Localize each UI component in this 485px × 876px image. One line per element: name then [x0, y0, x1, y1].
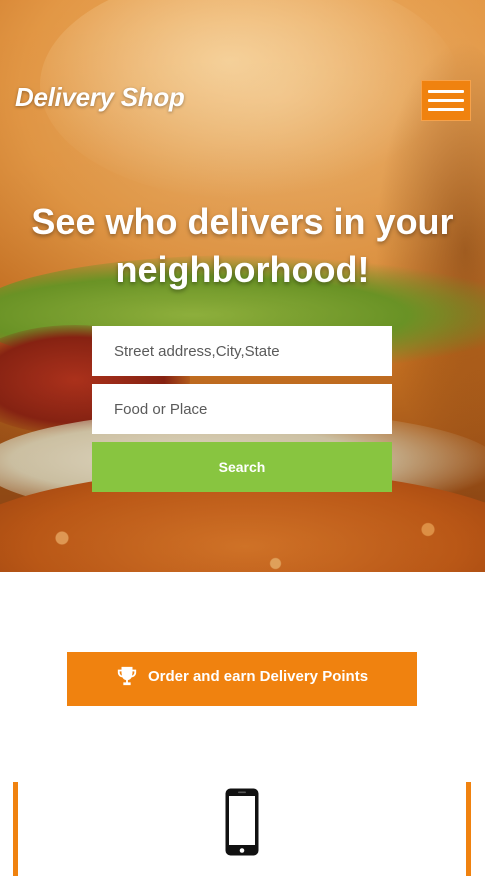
- feature-card-left-border: [13, 782, 18, 876]
- delivery-points-button[interactable]: Order and earn Delivery Points: [67, 652, 417, 700]
- smartphone-icon: [225, 788, 259, 856]
- address-input[interactable]: [92, 326, 392, 376]
- trophy-icon: [117, 666, 137, 686]
- food-or-place-input[interactable]: [92, 384, 392, 434]
- hamburger-menu-icon: [428, 90, 464, 93]
- hamburger-menu-icon-line: [428, 108, 464, 111]
- hamburger-menu-icon-line: [428, 99, 464, 102]
- banner-zigzag-edge: [67, 700, 417, 706]
- site-logo[interactable]: Delivery Shop: [15, 82, 185, 113]
- feature-card-right-border: [466, 782, 471, 876]
- delivery-points-label: Order and earn Delivery Points: [147, 667, 369, 685]
- search-button[interactable]: Search: [92, 442, 392, 492]
- menu-button[interactable]: [421, 80, 471, 121]
- hero-headline: See who delivers in your neighborhood!: [31, 201, 454, 290]
